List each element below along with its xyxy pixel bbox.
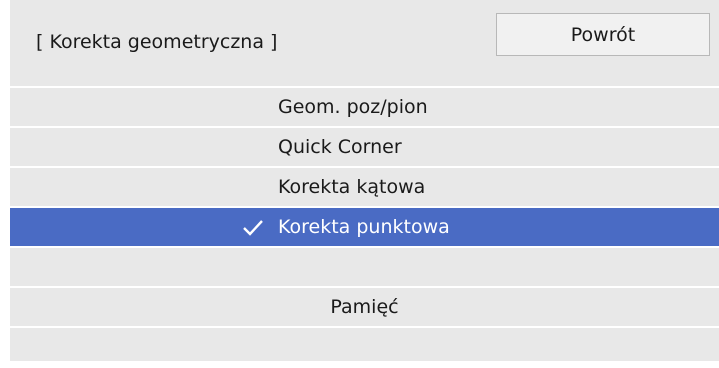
menu-item-memory[interactable]: Pamięć xyxy=(10,288,719,328)
menu-item-label: Korekta kątowa xyxy=(278,176,426,198)
geometric-correction-panel: [ Korekta geometryczna ] Powrót Geom. po… xyxy=(10,0,719,368)
menu-item-label: Geom. poz/pion xyxy=(278,96,428,118)
menu-list: Geom. poz/pion Quick Corner Korekta kąto… xyxy=(10,88,719,368)
menu-item-point-correction[interactable]: Korekta punktowa xyxy=(10,208,719,248)
menu-item-label: Korekta punktowa xyxy=(278,216,450,238)
menu-item-geom-h-v[interactable]: Geom. poz/pion xyxy=(10,88,719,128)
checkmark-icon xyxy=(243,220,263,236)
menu-item-quick-corner[interactable]: Quick Corner xyxy=(10,128,719,168)
menu-header: [ Korekta geometryczna ] Powrót xyxy=(10,0,719,87)
menu-item-label: Pamięć xyxy=(330,296,399,318)
menu-title: [ Korekta geometryczna ] xyxy=(36,31,278,53)
menu-item-label: Quick Corner xyxy=(278,136,402,158)
menu-item-keystone[interactable]: Korekta kątowa xyxy=(10,168,719,208)
menu-item-empty xyxy=(10,328,719,368)
menu-item-empty xyxy=(10,248,719,288)
back-button[interactable]: Powrót xyxy=(496,13,710,56)
